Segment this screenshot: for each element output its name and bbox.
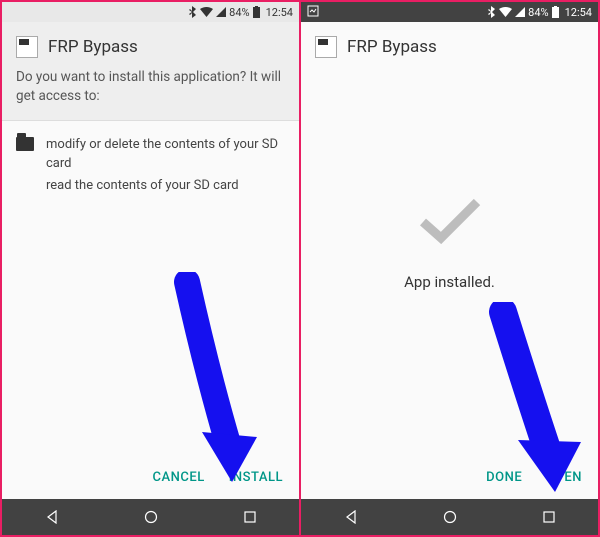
installed-screen: 84% 12:54 FRP Bypass App installed. DONE…: [300, 2, 598, 535]
battery-percent: 84%: [528, 6, 548, 19]
install-button[interactable]: INSTALL: [229, 470, 283, 485]
permission-item: modify or delete the contents of your SD…: [16, 135, 285, 198]
clock-time: 12:54: [266, 6, 293, 19]
app-icon: [315, 36, 337, 58]
wifi-icon: [200, 7, 213, 17]
back-button[interactable]: [32, 507, 72, 527]
clock-time: 12:54: [565, 6, 592, 19]
permissions-list: modify or delete the contents of your SD…: [2, 121, 299, 456]
status-bar: 84% 12:54: [301, 2, 598, 22]
screenshot-icon: [307, 5, 319, 20]
app-icon: [16, 36, 38, 58]
battery-icon: [253, 6, 260, 18]
installed-text: App installed.: [404, 273, 495, 291]
status-bar: 84% 12:54: [2, 2, 299, 22]
recents-button[interactable]: [529, 507, 569, 527]
folder-icon: [16, 137, 34, 151]
recents-button[interactable]: [230, 507, 270, 527]
signal-icon: [216, 7, 226, 17]
app-title: FRP Bypass: [48, 36, 138, 57]
installed-content: App installed.: [301, 68, 598, 456]
done-button[interactable]: DONE: [486, 470, 522, 485]
cancel-button[interactable]: CANCEL: [153, 470, 205, 485]
checkmark-icon: [415, 194, 485, 253]
battery-icon: [552, 6, 559, 18]
battery-percent: 84%: [229, 6, 249, 19]
wifi-icon: [499, 7, 512, 17]
action-bar: CANCEL INSTALL: [2, 456, 299, 499]
installed-header: FRP Bypass: [301, 22, 598, 68]
bluetooth-icon: [189, 6, 197, 18]
home-button[interactable]: [430, 507, 470, 527]
action-bar: DONE OPEN: [301, 456, 598, 499]
back-button[interactable]: [331, 507, 371, 527]
signal-icon: [515, 7, 525, 17]
permission-text: read the contents of your SD card: [46, 176, 285, 196]
app-title: FRP Bypass: [347, 36, 437, 57]
home-button[interactable]: [131, 507, 171, 527]
navigation-bar: [301, 499, 598, 535]
bluetooth-icon: [488, 6, 496, 18]
permission-text: modify or delete the contents of your SD…: [46, 135, 285, 174]
install-prompt-screen: 84% 12:54 FRP Bypass Do you want to inst…: [2, 2, 300, 535]
install-header: FRP Bypass: [2, 22, 299, 68]
navigation-bar: [2, 499, 299, 535]
install-prompt-text: Do you want to install this application?…: [2, 68, 299, 121]
open-button[interactable]: OPEN: [546, 470, 582, 485]
